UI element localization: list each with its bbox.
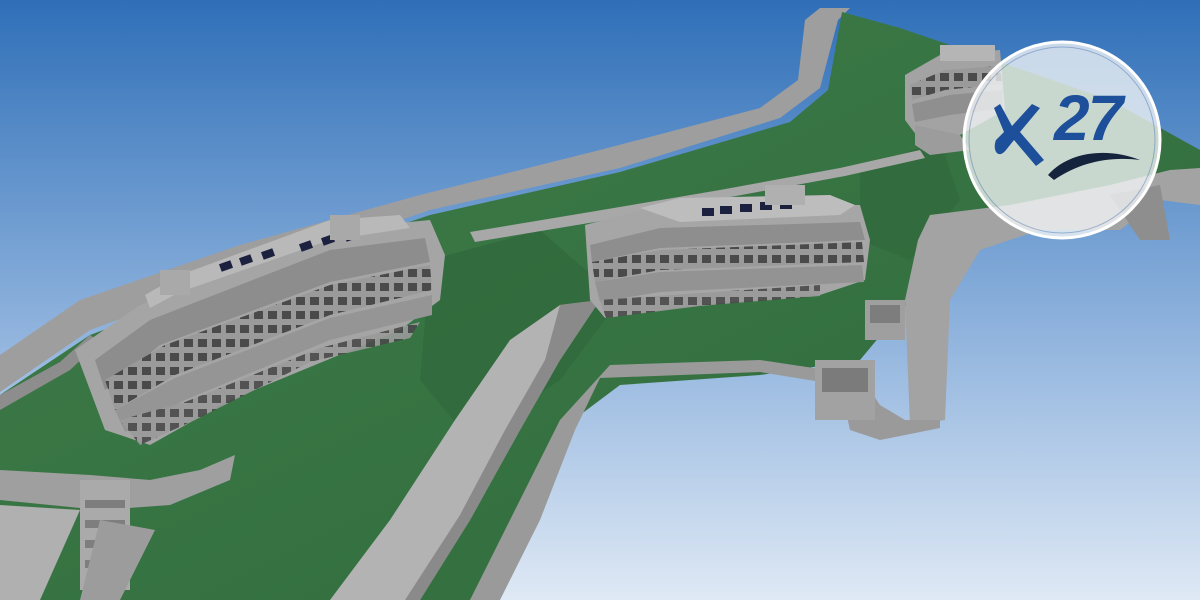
logo: 27 bbox=[962, 40, 1162, 240]
logo-number: 27 bbox=[1054, 82, 1123, 154]
architectural-render: 27 bbox=[0, 0, 1200, 600]
